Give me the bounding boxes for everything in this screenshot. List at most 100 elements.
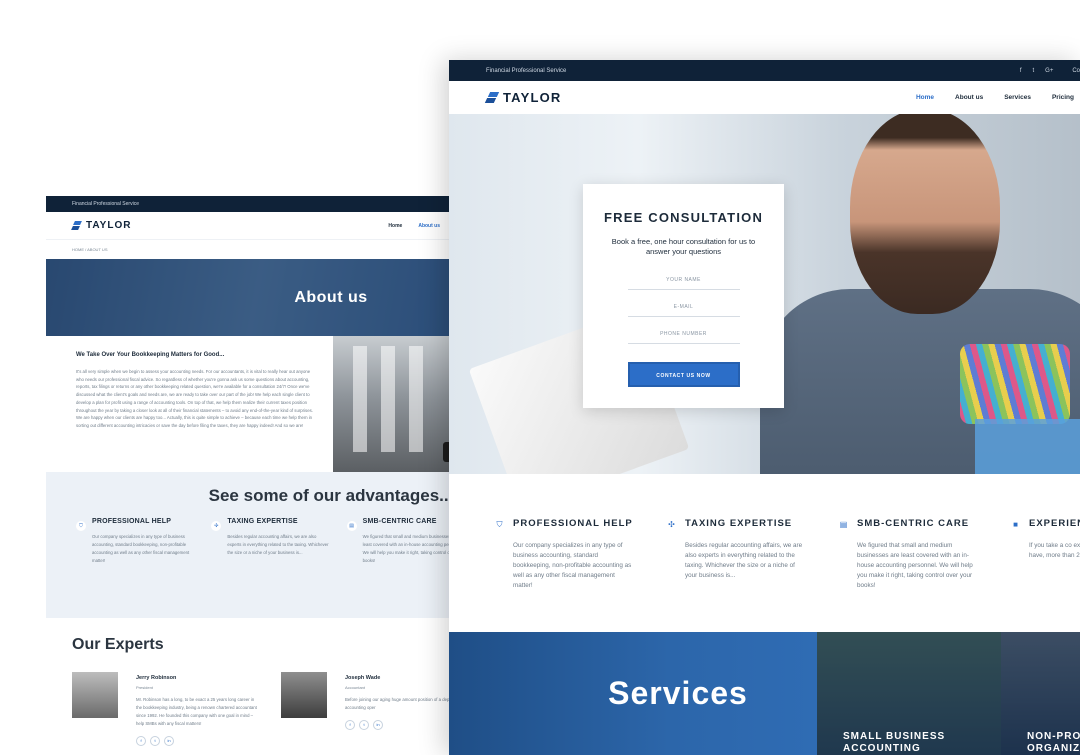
form-subtitle: Book a free, one hour consultation for u… xyxy=(611,237,756,256)
expert-card: Jerry Robinson President Mr. Robinson ha… xyxy=(72,672,257,746)
breadcrumb: HOME / ABOUT US xyxy=(72,247,108,252)
services-banner: Services xyxy=(449,632,817,755)
social-links: f t in xyxy=(345,720,466,730)
facebook-icon[interactable]: f xyxy=(345,720,355,730)
advantages-list: ⛉ PROFESSIONAL HELP Our company specializ… xyxy=(46,518,466,565)
pen-cup-shape xyxy=(975,419,1080,474)
advantage-title: TAXING EXPERTISE xyxy=(227,518,298,525)
twitter-icon[interactable]: t xyxy=(150,736,160,746)
service-tile[interactable]: SMALL BUSINESS ACCOUNTING xyxy=(817,632,1001,755)
advantage-item: ✣ TAXING EXPERTISE Besides regular accoun… xyxy=(211,518,330,565)
office-photo xyxy=(333,336,466,472)
logo-text: TAYLOR xyxy=(503,90,562,105)
services-title: Services xyxy=(608,675,748,711)
expert-role: President xyxy=(136,685,153,690)
briefcase-icon: ■ xyxy=(1013,520,1018,529)
intro-text-block: We Take Over Your Bookkeeping Matters fo… xyxy=(46,336,333,472)
feature-item: ■ EXPERIENCE If you take a co experience … xyxy=(1010,518,1080,632)
feature-title: SMB-CENTRIC CARE xyxy=(857,518,970,529)
social-links: f t in xyxy=(136,736,257,746)
email-field[interactable]: E-MAIL xyxy=(627,304,740,317)
feature-title: EXPERIENCE xyxy=(1029,518,1080,529)
top-bar: Financial Professional Service xyxy=(46,196,466,212)
feature-text: We figured that small and medium busines… xyxy=(857,542,973,589)
main-nav: TAYLOR Home About us xyxy=(46,212,466,240)
twitter-icon[interactable]: t xyxy=(359,720,369,730)
form-title: FREE CONSULTATION xyxy=(603,210,764,225)
advantage-text: Besides regular accounting affairs, we a… xyxy=(227,534,329,555)
advantages-section: See some of our advantages... ⛉ PROFESSI… xyxy=(46,472,466,618)
nav-menu: Home About us Services Pricing xyxy=(916,94,1080,101)
feature-text: Besides regular accounting affairs, we a… xyxy=(685,542,803,579)
services-section: Services SMALL BUSINESS ACCOUNTING NON-PR… xyxy=(449,632,1080,755)
expert-bio: Mr. Robinson has a long, to be exact a 2… xyxy=(136,697,257,726)
feature-title: TAXING EXPERTISE xyxy=(685,518,793,529)
features-section: ⛉ PROFESSIONAL HELP Our company specializ… xyxy=(449,474,1080,632)
person-head-shape xyxy=(850,114,1000,314)
feature-item: ▤ SMB-CENTRIC CARE We figured that small … xyxy=(838,518,978,632)
pens-shape xyxy=(960,344,1070,424)
logo-text: TAYLOR xyxy=(86,220,132,231)
tagline: Financial Professional Service xyxy=(486,67,567,74)
intro-paragraph: It's all very simple when we begin to as… xyxy=(76,369,313,428)
facebook-icon[interactable]: f xyxy=(136,736,146,746)
window-shape xyxy=(381,346,395,452)
feature-text: Our company specializes in any type of b… xyxy=(513,542,632,589)
phone-field[interactable]: PHONE NUMBER xyxy=(627,331,740,344)
network-icon: ✣ xyxy=(211,521,222,531)
service-tile[interactable]: NON-PROFORGANIZA xyxy=(1001,632,1080,755)
about-page-preview: Financial Professional Service TAYLOR Ho… xyxy=(46,196,466,755)
window-shape xyxy=(353,346,367,452)
advantage-text: Our company specializes in any type of b… xyxy=(92,534,190,563)
avatar xyxy=(281,672,327,718)
logo[interactable]: TAYLOR xyxy=(484,90,562,105)
top-bar: Financial Professional Service f t G+ Co xyxy=(449,60,1080,81)
service-line: ORGANIZA xyxy=(1027,743,1080,754)
experts-list: Jerry Robinson President Mr. Robinson ha… xyxy=(72,672,466,746)
logo-mark-icon xyxy=(484,92,500,103)
twitter-icon[interactable]: t xyxy=(1032,68,1034,74)
service-tile-label: NON-PROFORGANIZA xyxy=(1027,731,1080,755)
name-field[interactable]: YOUR NAME xyxy=(627,277,740,290)
expert-bio: Before joining our aging huge amount pos… xyxy=(345,697,450,710)
main-nav: TAYLOR Home About us Services Pricing xyxy=(449,81,1080,114)
nav-about[interactable]: About us xyxy=(955,94,983,101)
feature-item: ✣ TAXING EXPERTISE Besides regular accoun… xyxy=(666,518,806,632)
nav-pricing[interactable]: Pricing xyxy=(1052,94,1074,101)
expert-card: Joseph Wade Accountant Before joining ou… xyxy=(281,672,466,746)
advantages-title: See some of our advantages... xyxy=(208,486,454,505)
social-links: f t G+ Co xyxy=(1020,68,1080,74)
service-line: NON-PROF xyxy=(1027,731,1080,742)
facebook-icon[interactable]: f xyxy=(1020,68,1022,74)
nav-about[interactable]: About us xyxy=(418,223,440,229)
nav-services[interactable]: Services xyxy=(1004,94,1031,101)
page-title: About us xyxy=(294,288,368,306)
feature-text: If you take a co experience that our tea… xyxy=(1029,542,1080,559)
about-hero: About us xyxy=(46,259,466,336)
feature-item: ⛉ PROFESSIONAL HELP Our company specializ… xyxy=(494,518,634,632)
feature-title: PROFESSIONAL HELP xyxy=(513,518,633,529)
nav-menu: Home About us xyxy=(388,223,440,229)
home-page-preview: Financial Professional Service f t G+ Co… xyxy=(449,60,1080,755)
shield-icon: ⛉ xyxy=(496,520,503,529)
nav-home[interactable]: Home xyxy=(388,223,402,229)
advantage-title: PROFESSIONAL HELP xyxy=(92,518,172,525)
intro-section: We Take Over Your Bookkeeping Matters fo… xyxy=(46,336,466,472)
logo[interactable]: TAYLOR xyxy=(71,220,132,231)
home-hero: FREE CONSULTATION Book a free, one hour … xyxy=(449,114,1080,474)
google-plus-icon[interactable]: G+ xyxy=(1045,68,1053,74)
nav-home[interactable]: Home xyxy=(916,94,934,101)
shield-icon: ⛉ xyxy=(76,521,86,531)
service-tile-label: SMALL BUSINESS ACCOUNTING xyxy=(843,731,945,755)
window-shape xyxy=(409,346,423,452)
contact-us-button[interactable]: CONTACT US NOW xyxy=(627,362,740,387)
store-icon: ▤ xyxy=(839,520,848,529)
contact-link[interactable]: Co xyxy=(1072,68,1080,74)
intro-title: We Take Over Your Bookkeeping Matters fo… xyxy=(76,352,225,358)
avatar xyxy=(72,672,118,718)
service-line: SMALL BUSINESS xyxy=(843,731,946,742)
linkedin-icon[interactable]: in xyxy=(373,720,383,730)
linkedin-icon[interactable]: in xyxy=(164,736,174,746)
tagline: Financial Professional Service xyxy=(72,201,139,207)
consultation-form: FREE CONSULTATION Book a free, one hour … xyxy=(583,184,784,408)
